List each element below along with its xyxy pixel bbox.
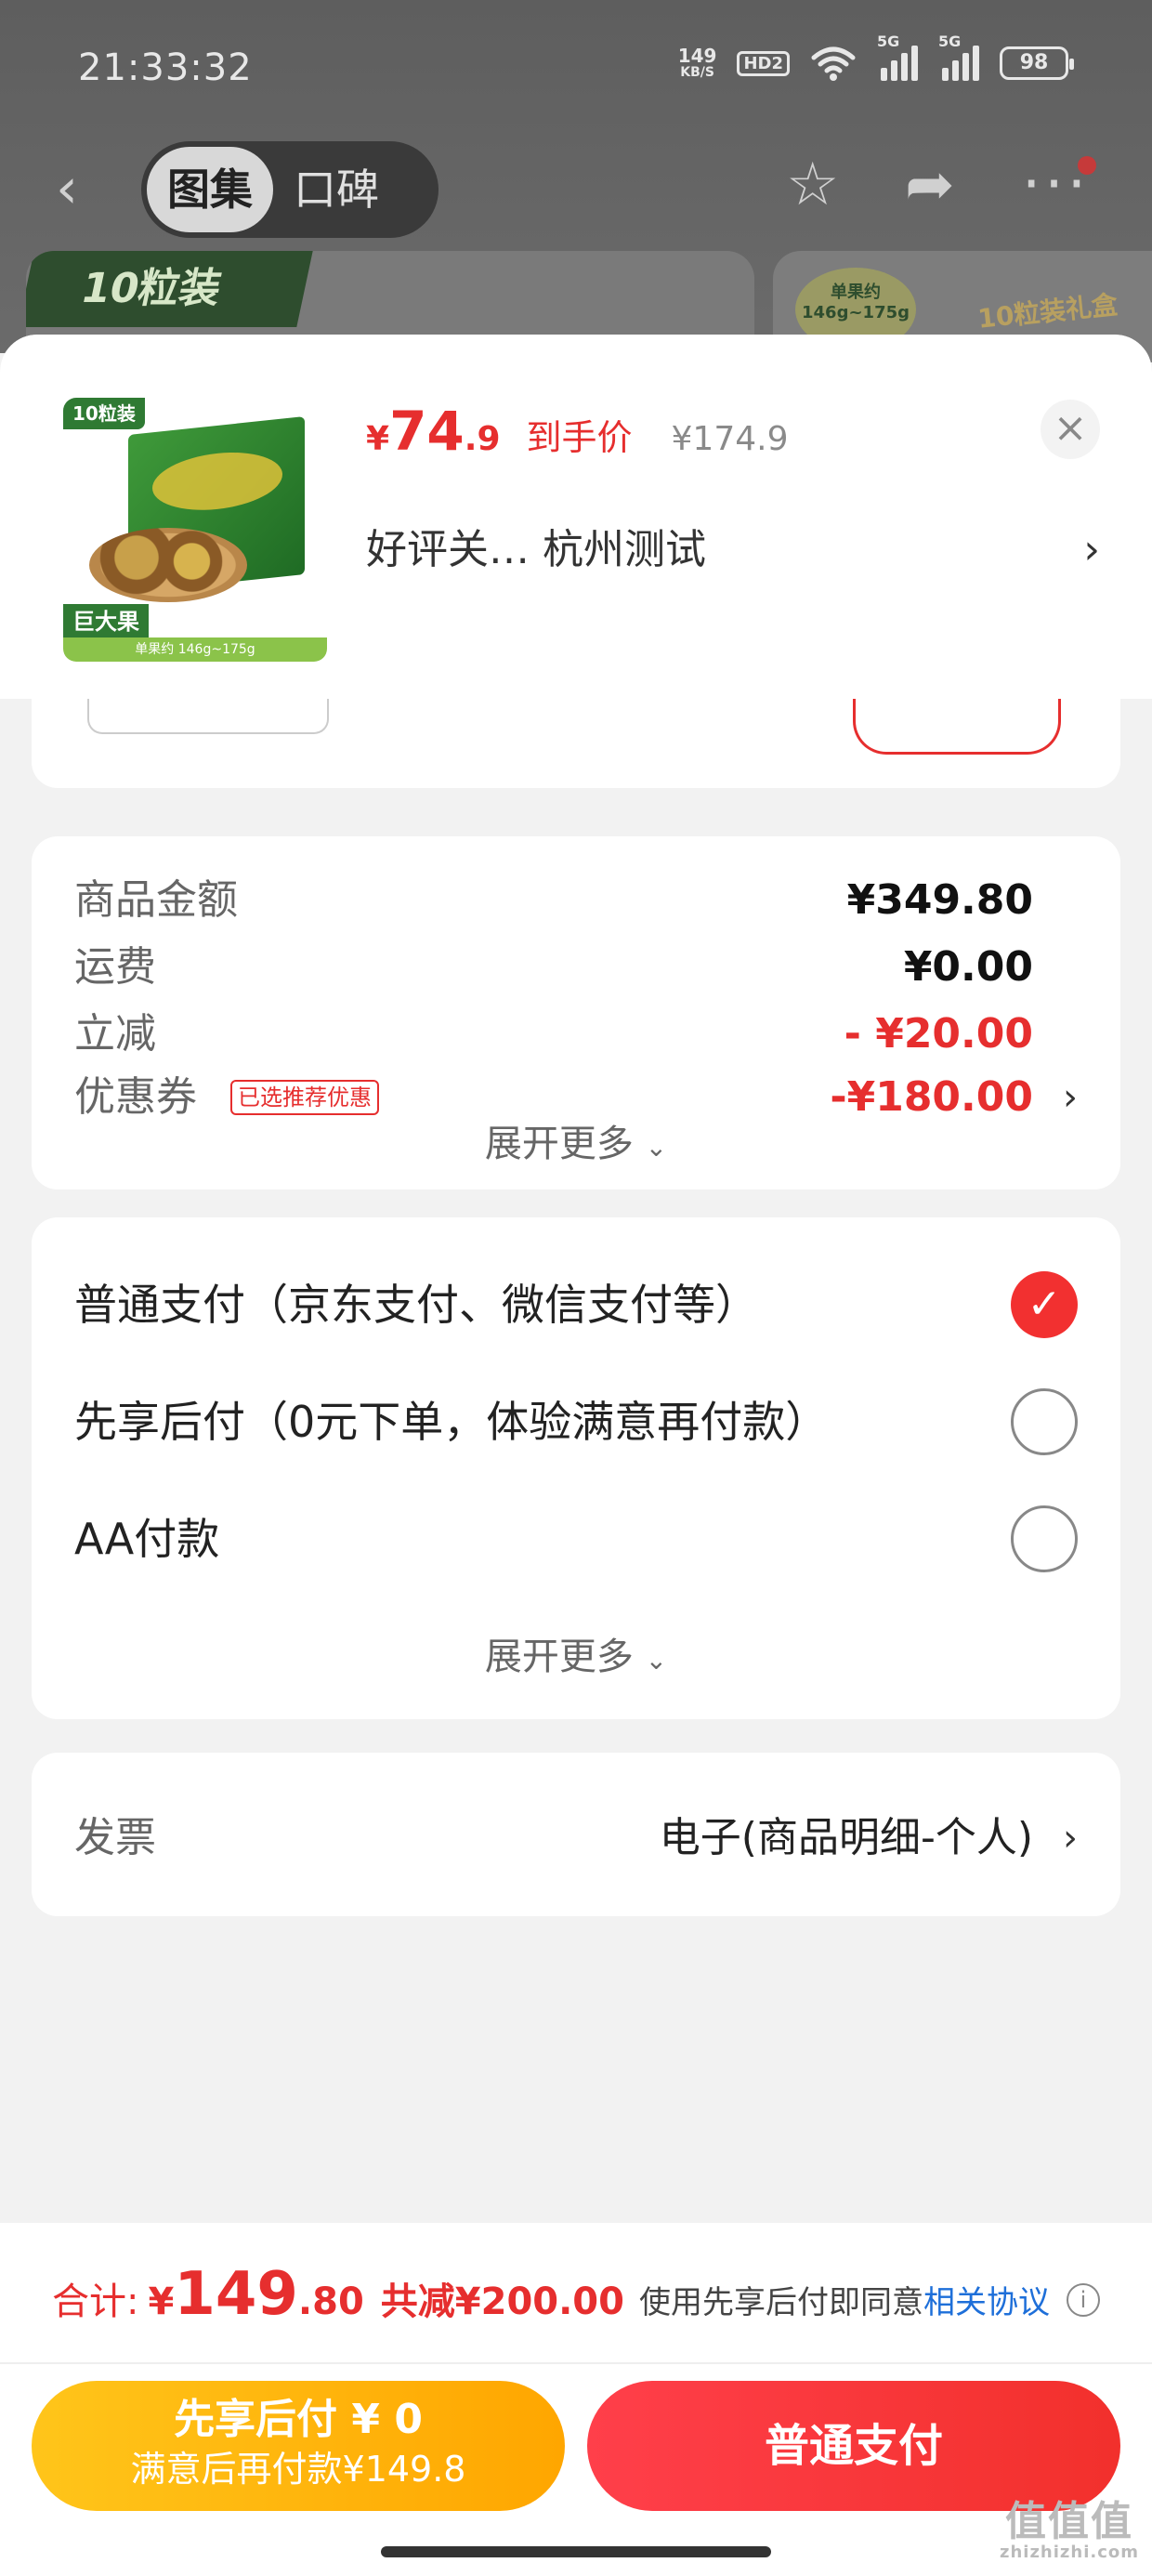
total-line: 合计: ¥ 149 .80 共减¥200.00 xyxy=(52,2260,624,2329)
signal-icon-2: 5G xyxy=(938,33,979,81)
back-icon[interactable]: ‹ xyxy=(56,156,78,221)
original-price: ¥174.9 xyxy=(671,420,789,458)
status-icons: 149 KB/S HD2 5G 5G 98 xyxy=(677,33,1074,82)
watermark: 值值值 zhizhizhi.com xyxy=(999,2498,1139,2563)
payment-expand-button[interactable]: 展开更多 ⌄ xyxy=(32,1626,1120,1680)
hd-icon: HD2 xyxy=(737,50,790,76)
home-indicator[interactable] xyxy=(381,2546,771,2557)
payment-method-card: 普通支付（京东支付、微信支付等） ✓ 先享后付（0元下单，体验满意再付款） AA… xyxy=(32,1217,1120,1719)
radio-unchecked[interactable] xyxy=(1011,1505,1078,1572)
invoice-row[interactable]: 发票 电子(商品明细-个人) › xyxy=(74,1801,1078,1875)
net-speed: 149 KB/S xyxy=(677,45,717,80)
check-icon[interactable]: ✓ xyxy=(1011,1271,1078,1338)
chevron-right-icon: › xyxy=(1083,526,1100,573)
spec-selector[interactable]: 好评关… 杭州测试 › xyxy=(366,513,1100,587)
battery-icon: 98 xyxy=(1000,46,1074,80)
sheet-header: 10粒装 巨大果 单果约 146g~175g ¥ 74 .9 到手价 ¥174.… xyxy=(0,335,1152,699)
chevron-down-icon: ⌄ xyxy=(645,1645,668,1676)
promo-thumb-partial xyxy=(87,697,329,734)
pay-now-button[interactable]: 普通支付 xyxy=(587,2381,1120,2511)
final-price-label: 到手价 xyxy=(526,417,633,458)
chevron-down-icon: ⌄ xyxy=(645,1132,668,1163)
summary-expand-button[interactable]: 展开更多 ⌄ xyxy=(32,1113,1120,1167)
pay-option-aa[interactable]: AA付款 xyxy=(74,1502,1078,1576)
price-line: ¥ 74 .9 到手价 ¥174.9 xyxy=(366,400,789,463)
agreement-line: 使用先享后付即同意 相关协议 i xyxy=(639,2277,1100,2322)
total-saved: 共减¥200.00 xyxy=(380,2280,624,2323)
product-thumbnail: 10粒装 巨大果 单果约 146g~175g xyxy=(63,398,327,662)
star-icon[interactable]: ☆ xyxy=(786,151,839,219)
agreement-link[interactable]: 相关协议 xyxy=(923,2277,1050,2322)
gallery-segment: 图集 口碑 xyxy=(141,141,439,238)
share-icon[interactable]: ➦ xyxy=(905,151,955,219)
radio-unchecked[interactable] xyxy=(1011,1388,1078,1455)
status-bar: 21:33:32 149 KB/S HD2 5G 5G 98 xyxy=(0,33,1152,102)
promo-buy-button-partial[interactable] xyxy=(853,690,1061,755)
tab-gallery[interactable]: 图集 xyxy=(147,147,273,232)
checkout-footer: 合计: ¥ 149 .80 共减¥200.00 使用先享后付即同意 相关协议 i… xyxy=(0,2223,1152,2576)
status-time: 21:33:32 xyxy=(78,46,253,89)
thumb-tag: 10粒装 xyxy=(63,398,145,429)
pay-later-button[interactable]: 先享后付 ¥ 0 满意后再付款¥149.8 xyxy=(32,2381,565,2511)
divider xyxy=(0,2362,1152,2364)
gift-box-label: 10粒装礼盒 xyxy=(975,289,1119,335)
nav-bar: ‹ 图集 口碑 ☆ ➦ ··· xyxy=(0,130,1152,242)
notification-dot xyxy=(1078,156,1096,175)
background-page: 21:33:32 149 KB/S HD2 5G 5G 98 ‹ 图集 口碑 ☆… xyxy=(0,0,1152,362)
final-price: ¥ 74 .9 xyxy=(366,400,501,463)
kiwi-graphic xyxy=(89,528,247,602)
thumb-strip: 单果约 146g~175g xyxy=(63,637,327,662)
spec-selector-text: 好评关… 杭州测试 xyxy=(366,526,706,573)
invoice-card[interactable]: 发票 电子(商品明细-个人) › xyxy=(32,1753,1120,1916)
tab-reviews[interactable]: 口碑 xyxy=(273,147,399,232)
signal-icon: 5G xyxy=(877,33,918,81)
chevron-right-icon: › xyxy=(1063,1817,1078,1860)
info-icon[interactable]: i xyxy=(1067,2282,1100,2317)
banner-tag: 10粒装 xyxy=(26,251,313,327)
close-button[interactable]: × xyxy=(1041,400,1100,459)
wifi-icon xyxy=(811,46,856,81)
pay-option-normal[interactable]: 普通支付（京东支付、微信支付等） ✓ xyxy=(74,1268,1078,1342)
pay-option-later[interactable]: 先享后付（0元下单，体验满意再付款） xyxy=(74,1385,1078,1459)
thumb-badge: 巨大果 xyxy=(63,604,149,639)
